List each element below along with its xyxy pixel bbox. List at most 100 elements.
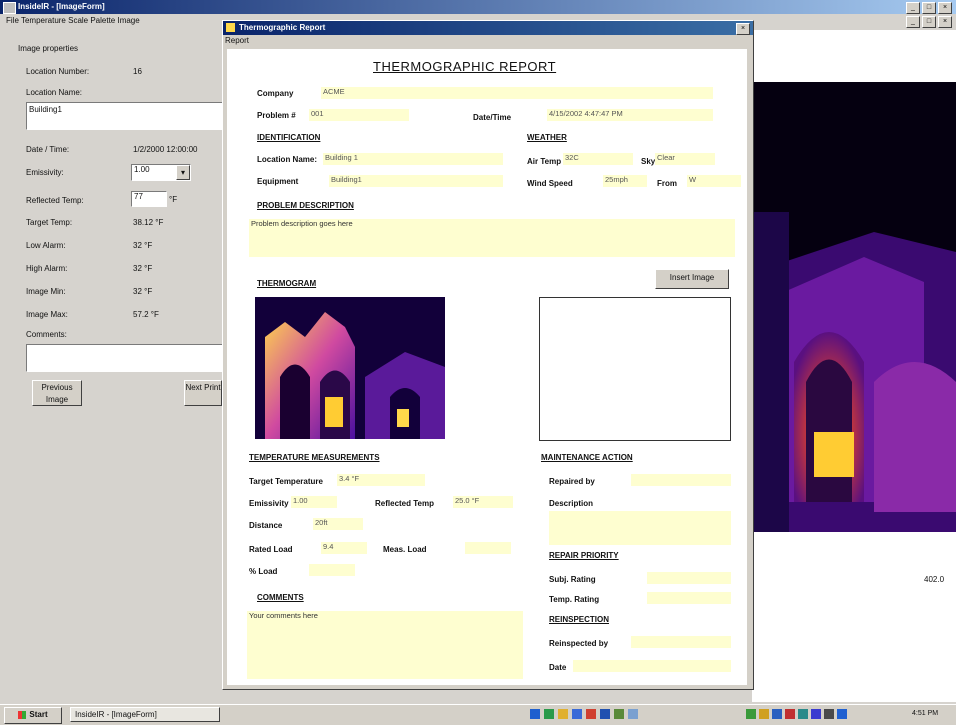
tray-icon-4[interactable] xyxy=(785,709,795,719)
comments-heading: COMMENTS xyxy=(257,593,304,602)
temp-rating-field[interactable] xyxy=(647,592,731,604)
comments-field[interactable] xyxy=(26,344,224,372)
tray-icon-6[interactable] xyxy=(811,709,821,719)
location-number-value: 16 xyxy=(133,67,142,76)
mdi-minimize-button[interactable]: _ xyxy=(906,16,920,28)
date-field[interactable] xyxy=(573,660,731,672)
thermal-building-image xyxy=(754,82,956,532)
start-button[interactable]: Start xyxy=(4,707,62,724)
thermographic-report-dialog: Thermographic Report × Report THERMOGRAP… xyxy=(222,20,754,690)
app-icon xyxy=(3,2,16,14)
target-temp-value: 38.12 °F xyxy=(133,218,164,227)
temperature-measurements-heading: TEMPERATURE MEASUREMENTS xyxy=(249,453,380,462)
repair-priority-heading: REPAIR PRIORITY xyxy=(549,551,619,560)
problem-description-heading: PROBLEM DESCRIPTION xyxy=(257,201,354,210)
dialog-menu-report[interactable]: Report xyxy=(225,36,249,45)
mdi-close-button[interactable]: × xyxy=(938,16,952,28)
mdi-controls: _ □ × xyxy=(906,16,952,28)
word-icon[interactable] xyxy=(600,709,610,719)
media-icon[interactable] xyxy=(586,709,596,719)
high-alarm-label: High Alarm: xyxy=(26,264,68,273)
emissivity-select[interactable]: 1.00 ▾ xyxy=(131,164,191,181)
target-temperature-field[interactable]: 3.4 °F xyxy=(337,474,425,486)
low-alarm-label: Low Alarm: xyxy=(26,241,66,250)
taskbar: Start InsideIR - [ImageForm] 4:51 PM xyxy=(0,704,956,725)
tray-icon-3[interactable] xyxy=(772,709,782,719)
desktop-icon[interactable] xyxy=(544,709,554,719)
main-menu-items[interactable]: File Temperature Scale Palette Image xyxy=(6,16,140,25)
close-button[interactable]: × xyxy=(938,2,952,14)
company-label: Company xyxy=(257,89,294,98)
date-time-field[interactable]: 4/15/2002 4:47:47 PM xyxy=(547,109,713,121)
taskbar-app-label: InsideIR - [ImageForm] xyxy=(75,710,157,719)
image-min-label: Image Min: xyxy=(26,287,66,296)
tray-icon-7[interactable] xyxy=(824,709,834,719)
comments-label: Comments: xyxy=(26,330,67,339)
tray-icon-2[interactable] xyxy=(759,709,769,719)
report-page: THERMOGRAPHIC REPORT Company ACME Proble… xyxy=(227,49,747,685)
insert-image-button[interactable]: Insert Image xyxy=(655,269,729,289)
ie-icon[interactable] xyxy=(530,709,540,719)
quick-launch-tray xyxy=(530,709,638,719)
thermal-image-viewer[interactable] xyxy=(754,82,956,532)
company-field[interactable]: ACME xyxy=(321,87,713,99)
comments-field[interactable]: Your comments here xyxy=(247,611,523,679)
location-name-label: Location Name: xyxy=(26,88,83,97)
repaired-by-field[interactable] xyxy=(631,474,731,486)
location-name-field[interactable]: Building1 xyxy=(26,102,224,130)
problem-description-field[interactable]: Problem description goes here xyxy=(249,219,735,257)
sky-field[interactable]: Clear xyxy=(655,153,715,165)
problem-number-field[interactable]: 001 xyxy=(309,109,409,121)
start-label: Start xyxy=(29,710,48,719)
previous-image-button[interactable]: Previous Image xyxy=(32,380,82,406)
tray-icon-5[interactable] xyxy=(798,709,808,719)
minimize-button[interactable]: _ xyxy=(906,2,920,14)
low-alarm-value: 32 °F xyxy=(133,241,153,250)
viewer-readout: 402.0 xyxy=(924,575,945,584)
measured-load-field[interactable] xyxy=(465,542,511,554)
image-min-value: 32 °F xyxy=(133,287,153,296)
thermogram-picture xyxy=(255,297,445,439)
main-window-title: InsideIR - [ImageForm] xyxy=(18,2,105,11)
report-icon xyxy=(226,23,235,32)
rated-load-field[interactable]: 9.4 xyxy=(321,542,367,554)
emissivity-field[interactable]: 1.00 xyxy=(291,496,337,508)
high-alarm-value: 32 °F xyxy=(133,264,153,273)
reinspected-by-field[interactable] xyxy=(631,636,731,648)
chevron-down-icon[interactable]: ▾ xyxy=(176,165,190,180)
tray-icon-1[interactable] xyxy=(746,709,756,719)
taskbar-clock: 4:51 PM xyxy=(912,710,939,717)
location-name-value: Building1 xyxy=(29,105,62,114)
location-number-label: Location Number: xyxy=(26,67,90,76)
percent-load-field[interactable] xyxy=(309,564,355,576)
maintenance-action-heading: MAINTENANCE ACTION xyxy=(541,453,633,462)
wind-speed-field[interactable]: 25mph xyxy=(603,175,647,187)
volume-icon[interactable] xyxy=(837,709,847,719)
mdi-restore-button[interactable]: □ xyxy=(922,16,936,28)
taskbar-app-button[interactable]: InsideIR - [ImageForm] xyxy=(70,707,220,722)
location-name-field[interactable]: Building 1 xyxy=(323,153,503,165)
equipment-field[interactable]: Building1 xyxy=(329,175,503,187)
distance-field[interactable]: 20ft xyxy=(313,518,363,530)
image-max-label: Image Max: xyxy=(26,310,68,319)
air-temp-field[interactable]: 32C xyxy=(563,153,633,165)
reflected-temp-field[interactable]: 25.0 °F xyxy=(453,496,513,508)
air-temp-label: Air Temp xyxy=(527,157,562,166)
maximize-button[interactable]: □ xyxy=(922,2,936,14)
dialog-close-button[interactable]: × xyxy=(736,23,750,35)
report-heading: THERMOGRAPHIC REPORT xyxy=(373,59,557,74)
folder-icon[interactable] xyxy=(558,709,568,719)
from-label: From xyxy=(657,179,677,188)
reflected-temp-field[interactable]: 77 xyxy=(131,191,167,207)
date-time-label: Date / Time: xyxy=(26,145,70,154)
description-field[interactable] xyxy=(549,511,731,545)
outlook-icon[interactable] xyxy=(572,709,582,719)
explorer-icon[interactable] xyxy=(614,709,624,719)
wind-speed-label: Wind Speed xyxy=(527,179,573,188)
help-icon[interactable] xyxy=(628,709,638,719)
from-field[interactable]: W xyxy=(687,175,741,187)
subj-rating-field[interactable] xyxy=(647,572,731,584)
windows-logo-icon xyxy=(18,710,27,719)
main-title-bar: InsideIR - [ImageForm] _ □ × xyxy=(0,0,956,14)
next-print-button[interactable]: Next Print xyxy=(184,380,222,406)
